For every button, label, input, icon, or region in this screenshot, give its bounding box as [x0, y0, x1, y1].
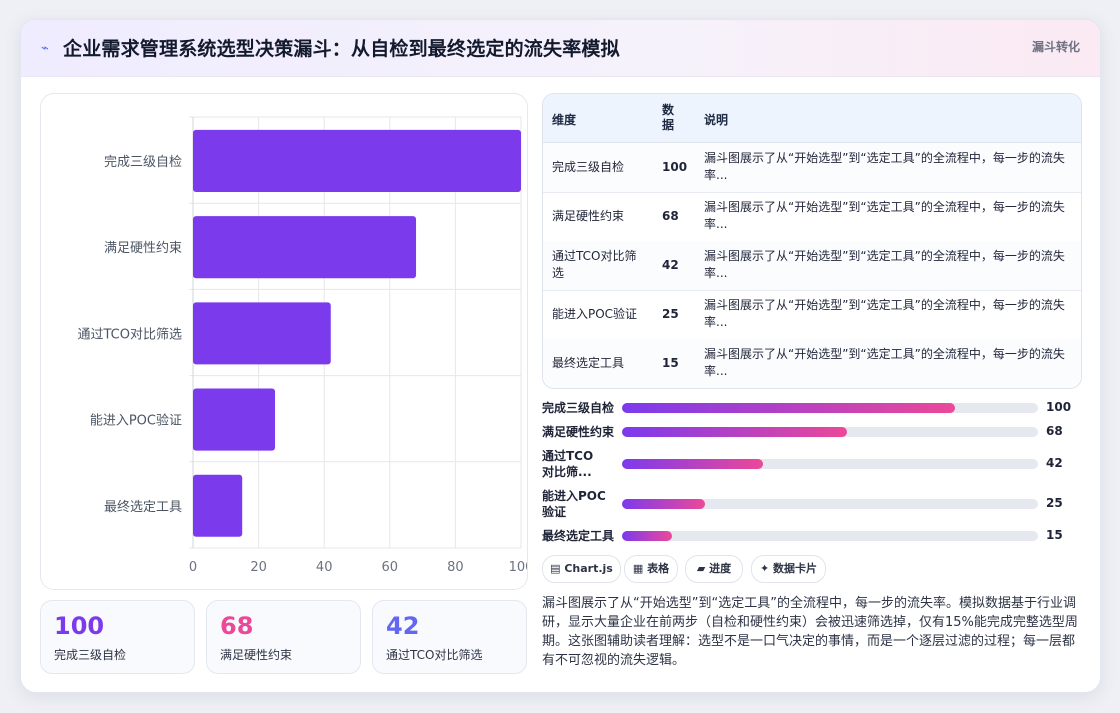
bar [193, 216, 417, 279]
kpi-label: 完成三级自检 [54, 648, 127, 662]
progress-track [622, 403, 1038, 413]
progress-track [622, 459, 1038, 469]
kpi-card-2: 68 满足硬性约束 [206, 600, 361, 674]
progress-fill [622, 403, 955, 413]
bar [193, 302, 331, 365]
cell-name: 满足硬性约束 [552, 209, 625, 223]
cell-note: 漏斗图展示了从“开始选型”到“选定工具”的全流程中，每一步的流失率... [704, 347, 1065, 378]
progress-label: 能进入POC验证 [542, 489, 606, 519]
progress-value: 100 [1046, 400, 1072, 414]
cell-name: 完成三级自检 [552, 160, 625, 174]
page-title: 企业需求管理系统选型决策漏斗：从自检到最终选定的流失率模拟 [63, 38, 620, 60]
progress-label: 最终选定工具 [542, 529, 615, 543]
bar [193, 388, 275, 451]
progress-row: 最终选定工具 15 [542, 528, 1082, 552]
cell-name: 通过TCO对比筛选 [552, 249, 637, 280]
progress-value: 25 [1046, 496, 1063, 510]
funnel-tag[interactable]: 漏斗转化 [1032, 38, 1080, 55]
kpi-value: 100 [54, 612, 105, 640]
cell-note: 漏斗图展示了从“开始选型”到“选定工具”的全流程中，每一步的流失率... [704, 249, 1065, 280]
cell-name: 最终选定工具 [552, 356, 625, 370]
kpi-label: 满足硬性约束 [220, 648, 293, 662]
chip-data-card[interactable]: ✦ 数据卡片 [751, 555, 826, 583]
x-tick-label: 60 [382, 560, 399, 575]
progress-row: 完成三级自检 100 [542, 400, 1082, 424]
progress-fill [622, 427, 847, 437]
kpi-value: 68 [220, 612, 254, 640]
progress-label: 完成三级自检 [542, 401, 615, 415]
cell-name: 能进入POC验证 [552, 307, 638, 321]
table-row: 满足硬性约束 68 漏斗图展示了从“开始选型”到“选定工具”的全流程中，每一步的… [543, 192, 1081, 242]
progress-track [622, 499, 1038, 509]
cell-value: 100 [662, 160, 688, 174]
progress-row: 满足硬性约束 68 [542, 424, 1082, 448]
description-text: 漏斗图展示了从“开始选型”到“选定工具”的全流程中，每一步的流失率。模拟数据基于… [542, 596, 1078, 668]
progress-fill [622, 459, 764, 469]
table-body: 完成三级自检 100 漏斗图展示了从“开始选型”到“选定工具”的全流程中，每一步… [543, 143, 1081, 388]
bar [193, 129, 521, 192]
y-tick-label: 通过TCO对比筛选 [78, 327, 183, 342]
progress-fill [622, 499, 706, 509]
kpi-card-1: 100 完成三级自检 [40, 600, 195, 674]
progress-label: 通过TCO对比筛... [542, 449, 594, 479]
kpi-value: 42 [386, 612, 420, 640]
table-row: 最终选定工具 15 漏斗图展示了从“开始选型”到“选定工具”的全流程中，每一步的… [543, 339, 1081, 388]
x-tick-label: 80 [447, 560, 464, 575]
chip-table[interactable]: ▦ 表格 [624, 555, 678, 583]
data-table: 维度 数据 说明 完成三级自检 100 漏斗图展示了从“开始选型”到“选定工具”… [542, 93, 1082, 389]
column-header-dimension: 维度 [552, 113, 577, 127]
column-header-data: 数据 [662, 103, 675, 132]
x-tick-label: 40 [316, 560, 333, 575]
table-row: 完成三级自检 100 漏斗图展示了从“开始选型”到“选定工具”的全流程中，每一步… [543, 143, 1081, 193]
column-header-note: 说明 [704, 113, 729, 127]
cell-note: 漏斗图展示了从“开始选型”到“选定工具”的全流程中，每一步的流失率... [704, 200, 1065, 231]
progress-value: 68 [1046, 424, 1063, 438]
progress-row: 通过TCO对比筛... 42 [542, 448, 1082, 482]
progress-value: 15 [1046, 528, 1063, 542]
cell-value: 42 [662, 258, 679, 272]
cell-value: 25 [662, 307, 679, 321]
header: ⌁ 企业需求管理系统选型决策漏斗：从自检到最终选定的流失率模拟 漏斗转化 [21, 20, 1100, 77]
progress-track [622, 427, 1038, 437]
progress-row: 能进入POC验证 25 [542, 488, 1082, 522]
bar [193, 474, 243, 537]
cell-value: 68 [662, 209, 679, 223]
progress-label: 满足硬性约束 [542, 425, 615, 439]
progress-value: 42 [1046, 456, 1063, 470]
y-tick-label: 完成三级自检 [104, 155, 182, 170]
bar-chart-svg: 0 20 40 60 80 100 完成三级自检满足硬性约束通过TCO对比筛选能进入POC验… [78, 116, 527, 575]
progress-fill [622, 531, 672, 541]
chip-progress[interactable]: ▰ 进度 [685, 555, 743, 583]
y-tick-label: 最终选定工具 [104, 499, 182, 515]
cell-note: 漏斗图展示了从“开始选型”到“选定工具”的全流程中，每一步的流失率... [704, 298, 1065, 329]
table-row: 通过TCO对比筛选 42 漏斗图展示了从“开始选型”到“选定工具”的全流程中，每… [543, 241, 1081, 291]
kpi-card-3: 42 通过TCO对比筛选 [372, 600, 527, 674]
bolt-icon: ⌁ [41, 41, 49, 56]
chip-chartjs[interactable]: ▤ Chart.js [542, 555, 621, 583]
x-tick-label: 100 [509, 560, 527, 575]
table-row: 能进入POC验证 25 漏斗图展示了从“开始选型”到“选定工具”的全流程中，每一… [543, 290, 1081, 340]
dashboard-card: ⌁ 企业需求管理系统选型决策漏斗：从自检到最终选定的流失率模拟 漏斗转化 0 20… [20, 19, 1101, 693]
table-header: 维度 数据 说明 [543, 94, 1081, 143]
kpi-label: 通过TCO对比筛选 [386, 648, 483, 662]
x-tick-label: 0 [189, 560, 197, 575]
y-tick-label: 满足硬性约束 [104, 241, 182, 256]
progress-track [622, 531, 1038, 541]
cell-note: 漏斗图展示了从“开始选型”到“选定工具”的全流程中，每一步的流失率... [704, 151, 1065, 182]
y-tick-label: 能进入POC验证 [90, 413, 182, 429]
cell-value: 15 [662, 356, 679, 370]
bar-chart: 0 20 40 60 80 100 完成三级自检满足硬性约束通过TCO对比筛选能进入POC验… [40, 93, 528, 590]
x-tick-label: 20 [250, 560, 267, 575]
